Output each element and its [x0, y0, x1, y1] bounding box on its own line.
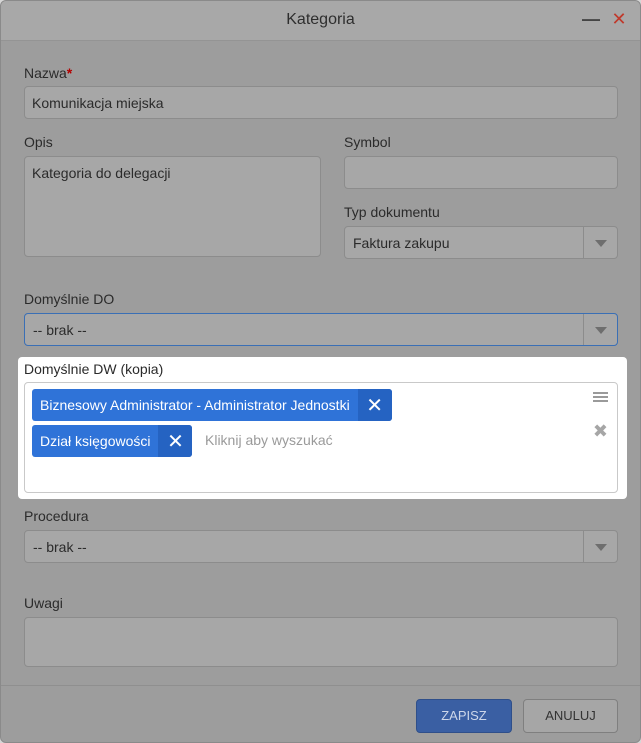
domyslnie-do-dropdown-toggle[interactable]: [583, 314, 617, 345]
nazwa-label-text: Nazwa: [24, 65, 67, 81]
selected-tag: Biznesowy Administrator - Administrator …: [32, 389, 392, 421]
tag-label: Dział księgowości: [40, 433, 151, 449]
chevron-down-icon: [595, 327, 607, 334]
domyslnie-dw-section: Domyślnie DW (kopia) Biznesowy Administr…: [18, 357, 627, 499]
typ-dokumentu-select[interactable]: Faktura zakupu: [344, 226, 618, 259]
cancel-button[interactable]: ANULUJ: [523, 699, 618, 733]
save-button[interactable]: ZAPISZ: [416, 699, 512, 733]
domyslnie-do-value: -- brak --: [33, 322, 87, 338]
nazwa-input[interactable]: Komunikacja miejska: [24, 86, 618, 119]
symbol-label: Symbol: [344, 134, 391, 150]
dialog-title: Kategoria: [286, 11, 355, 28]
nazwa-label: Nazwa*: [24, 65, 72, 81]
procedura-dropdown-toggle[interactable]: [583, 531, 617, 562]
close-icon[interactable]: ✕: [607, 7, 631, 31]
typ-dokumentu-dropdown-toggle[interactable]: [583, 227, 617, 258]
chevron-down-icon: [595, 544, 607, 551]
uwagi-label: Uwagi: [24, 595, 63, 611]
typ-dokumentu-label: Typ dokumentu: [344, 204, 440, 220]
procedura-value: -- brak --: [33, 539, 87, 555]
domyslnie-dw-tag-input[interactable]: Biznesowy Administrator - Administrator …: [24, 382, 618, 493]
title-bar: Kategoria — ✕: [1, 1, 640, 41]
tag-label: Biznesowy Administrator - Administrator …: [40, 397, 350, 413]
procedura-label: Procedura: [24, 508, 89, 524]
domyslnie-do-select[interactable]: -- brak --: [24, 313, 618, 346]
list-icon[interactable]: [593, 390, 608, 404]
selected-tag: Dział księgowości ✕: [32, 425, 193, 457]
footer-divider: [1, 685, 640, 686]
opis-textarea[interactable]: Kategoria do delegacji: [24, 156, 321, 257]
required-asterisk: *: [66, 65, 73, 81]
procedura-select[interactable]: -- brak --: [24, 530, 618, 563]
symbol-input[interactable]: [344, 156, 618, 189]
search-placeholder[interactable]: Kliknij aby wyszukać: [205, 432, 333, 448]
uwagi-textarea[interactable]: [24, 617, 618, 667]
domyslnie-dw-label: Domyślnie DW (kopia): [24, 361, 164, 377]
clear-icon[interactable]: ✖: [593, 421, 608, 442]
minimize-icon[interactable]: —: [579, 7, 603, 31]
category-dialog: Kategoria — ✕ Nazwa* Komunikacja miejska…: [0, 0, 641, 743]
domyslnie-do-label: Domyślnie DO: [24, 291, 115, 307]
tag-remove-icon[interactable]: ✕: [357, 389, 392, 421]
opis-label: Opis: [24, 134, 53, 150]
tag-remove-icon[interactable]: ✕: [158, 425, 193, 457]
chevron-down-icon: [595, 240, 607, 247]
typ-dokumentu-value: Faktura zakupu: [353, 235, 450, 251]
